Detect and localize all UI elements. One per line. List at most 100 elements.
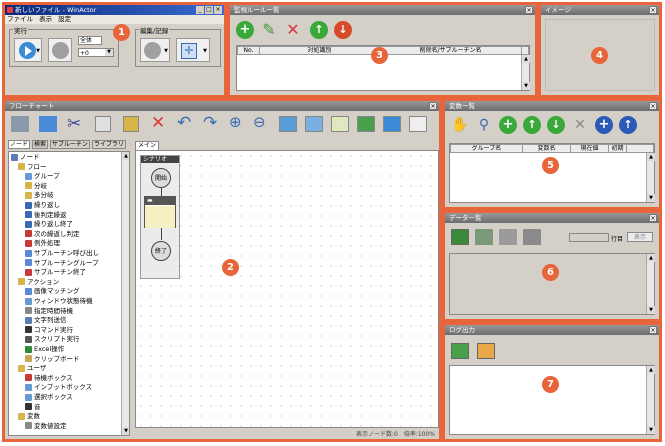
tree-item[interactable]: 変数	[18, 412, 40, 420]
layers-icon[interactable]	[475, 229, 493, 245]
delete-icon[interactable]: ✕	[571, 116, 589, 134]
align-icon[interactable]	[39, 116, 57, 132]
tree-item[interactable]: Excel操作	[25, 345, 64, 353]
tree-item[interactable]: サブルーチン終了	[25, 268, 86, 276]
page-icon[interactable]	[409, 116, 427, 132]
move-down-icon[interactable]: ↓	[334, 21, 352, 39]
up-blue-icon[interactable]: ↑	[619, 116, 637, 134]
paste-icon[interactable]	[123, 116, 139, 132]
tree-item[interactable]: 待機ボックス	[25, 374, 73, 382]
move-up-icon[interactable]: ↑	[310, 21, 328, 39]
undo-icon[interactable]: ↶	[177, 113, 191, 133]
edit-data-icon[interactable]	[523, 229, 541, 245]
menu-file[interactable]: ファイル	[7, 15, 33, 23]
menu-settings[interactable]: 設定	[58, 15, 71, 23]
col-action[interactable]: 対処識別	[260, 47, 380, 54]
tree-item[interactable]: 文字列送信	[25, 316, 67, 324]
tree-item[interactable]: ウィンドウ状態待機	[25, 297, 93, 305]
close-icon[interactable]: ×	[649, 214, 657, 222]
end-node[interactable]: 終了	[151, 241, 171, 261]
add-blue-icon[interactable]: +	[595, 116, 613, 134]
hand-icon[interactable]: ✋	[451, 116, 469, 134]
edit-icon[interactable]: ✎	[260, 21, 278, 39]
tree-item[interactable]: アクション	[18, 278, 59, 286]
tree-item[interactable]: 繰り返し終了	[25, 220, 73, 228]
tab-node[interactable]: ノード	[8, 140, 31, 149]
search-icon[interactable]: ⚲	[475, 116, 493, 134]
cut-icon[interactable]: ✂	[67, 114, 81, 134]
move-down-icon[interactable]: ↓	[547, 116, 565, 134]
vertical-scrollbar[interactable]	[646, 254, 655, 314]
import-icon[interactable]	[11, 116, 29, 132]
minimize-button[interactable]: _	[196, 6, 204, 14]
close-icon[interactable]: ×	[649, 6, 657, 14]
tree-item[interactable]: 繰り返し	[25, 201, 60, 209]
export-icon[interactable]	[305, 116, 323, 132]
vertical-scrollbar[interactable]	[646, 366, 655, 434]
tab-subroutine[interactable]: サブルーチン	[49, 140, 90, 149]
vertical-scrollbar[interactable]	[121, 152, 129, 435]
tree-item[interactable]: 次の繰返し判定	[25, 230, 80, 238]
tree-item[interactable]: 分岐	[25, 182, 47, 190]
vertical-scrollbar[interactable]	[646, 153, 655, 202]
tree-item[interactable]: 音	[25, 403, 41, 411]
upload-icon[interactable]	[383, 116, 401, 132]
save-log-icon[interactable]	[451, 343, 469, 359]
close-button[interactable]: ×	[214, 6, 222, 14]
tab-library[interactable]: ライブラリ	[91, 140, 126, 149]
flow-canvas[interactable]: シナリオ 開始 ▬ 終了	[135, 150, 439, 428]
close-icon[interactable]: ×	[525, 6, 533, 14]
row-input[interactable]	[569, 233, 609, 242]
delete-icon[interactable]: ✕	[151, 113, 165, 133]
vertical-scrollbar[interactable]	[521, 55, 530, 90]
delete-icon[interactable]: ✕	[284, 21, 302, 39]
tree-item[interactable]: クリップボード	[25, 355, 80, 363]
menu-view[interactable]: 表示	[39, 15, 52, 23]
tree-item[interactable]: ユーザ	[18, 364, 46, 372]
run-button[interactable]: ▼	[14, 38, 42, 62]
import-data-icon[interactable]	[451, 229, 469, 245]
start-node[interactable]: 開始	[151, 168, 171, 188]
clear-log-icon[interactable]	[477, 343, 495, 359]
note-icon[interactable]	[331, 116, 349, 132]
tree-item[interactable]: フロー	[18, 163, 47, 171]
redo-icon[interactable]: ↷	[203, 113, 217, 133]
maximize-button[interactable]: □	[205, 6, 213, 14]
copy-icon[interactable]	[95, 116, 111, 132]
tree-item[interactable]: グループ	[25, 172, 60, 180]
zoom-in-icon[interactable]: ⊕	[229, 113, 242, 131]
collapse-icon[interactable]: ▬	[145, 197, 175, 205]
stop-button[interactable]	[48, 38, 72, 62]
copy-data-icon[interactable]	[499, 229, 517, 245]
chart-icon[interactable]	[279, 116, 297, 132]
add-icon[interactable]: +	[499, 116, 517, 134]
record-button[interactable]: ▼	[140, 38, 170, 62]
col-current[interactable]: 現在値	[571, 145, 609, 152]
col-group[interactable]: グループ名	[451, 145, 523, 152]
col-var-name[interactable]: 変数名	[523, 145, 571, 152]
download-icon[interactable]	[357, 116, 375, 132]
move-up-icon[interactable]: ↑	[523, 116, 541, 134]
zoom-out-icon[interactable]: ⊖	[253, 113, 266, 131]
tree-item[interactable]: インプットボックス	[25, 383, 92, 391]
tree-item[interactable]: 例外処理	[25, 239, 60, 247]
tree-item[interactable]: スクリプト実行	[25, 335, 80, 343]
tree-item[interactable]: 指定時間待機	[25, 307, 73, 315]
target-select-button[interactable]: ✛ ▼	[176, 38, 210, 62]
speed-select[interactable]: +0 ▼	[78, 48, 114, 57]
tab-search[interactable]: 検索	[31, 140, 48, 149]
tree-item[interactable]: コマンド実行	[25, 326, 73, 334]
group-node[interactable]: ▬	[144, 196, 176, 228]
col-initial[interactable]: 初期	[609, 145, 627, 152]
tree-item[interactable]: ノード	[11, 153, 40, 161]
col-no[interactable]: No.	[238, 47, 260, 54]
tree-item[interactable]: 選択ボックス	[25, 393, 73, 401]
show-button[interactable]: 表示	[627, 232, 653, 242]
close-icon[interactable]: ×	[649, 102, 657, 110]
col-name[interactable]: 削除名/サブルーチン名	[380, 47, 522, 54]
add-icon[interactable]: +	[236, 21, 254, 39]
close-icon[interactable]: ×	[429, 102, 437, 110]
tree-item[interactable]: サブルーチングループ	[25, 259, 99, 267]
close-icon[interactable]: ×	[649, 326, 657, 334]
tree-item[interactable]: 変数値設定	[25, 422, 67, 430]
